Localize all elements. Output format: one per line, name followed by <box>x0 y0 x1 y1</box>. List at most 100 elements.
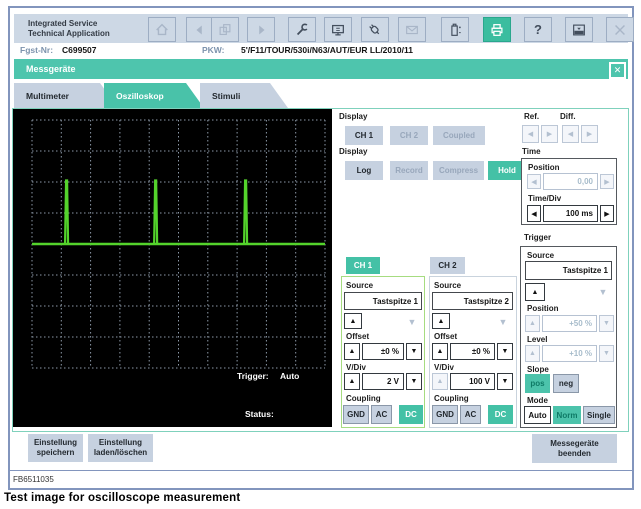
ch1-source-value: Tastspitze 1 <box>344 292 422 310</box>
diff-prev-button[interactable]: ◀ <box>562 125 579 143</box>
trigger-slope-neg-button[interactable]: neg <box>553 374 579 393</box>
help-button[interactable]: ? <box>524 17 552 42</box>
ch1-coupling-ac-button[interactable]: AC <box>371 405 392 424</box>
down-arrow-icon: ▼ <box>603 350 610 357</box>
trigger-level-down-button[interactable]: ▼ <box>599 345 614 362</box>
figure-id: FB6511035 <box>13 475 54 484</box>
scope-trigger-value: Auto <box>280 371 300 381</box>
up-arrow-icon: ▲ <box>529 350 536 357</box>
left-arrow-icon: ◀ <box>531 210 537 218</box>
ch1-source-up-button[interactable]: ▲ <box>344 313 362 329</box>
trigger-mode-single-button[interactable]: Single <box>583 406 615 424</box>
ch2-coupling-gnd-button[interactable]: GND <box>432 405 458 424</box>
mail-button[interactable] <box>398 17 426 42</box>
trigger-source-down-button[interactable]: ▼ <box>595 285 611 298</box>
measurement-button[interactable] <box>441 17 469 42</box>
right-arrow-icon: ▶ <box>604 178 610 186</box>
ch1-coupling-dc-button[interactable]: DC <box>399 405 423 424</box>
display-ch1-button[interactable]: CH 1 <box>345 126 383 145</box>
tab-multimeter[interactable]: Multimeter <box>14 83 118 108</box>
ch2-tab[interactable]: CH 2 <box>430 257 465 274</box>
down-arrow-icon: ▼ <box>410 378 418 385</box>
load-delete-settings-button[interactable]: Einstellung laden/löschen <box>88 434 153 462</box>
display-mode-label: Display <box>339 147 368 156</box>
trigger-source-label: Source <box>527 251 555 260</box>
connection-button[interactable] <box>361 17 389 42</box>
left-arrow-icon: ◀ <box>531 178 537 186</box>
ch1-tab[interactable]: CH 1 <box>346 257 380 274</box>
ch2-vdiv-value: 100 V <box>450 373 495 390</box>
tab-label: Multimeter <box>26 90 69 101</box>
forward-button[interactable] <box>247 17 275 42</box>
display-ch2-button[interactable]: CH 2 <box>390 126 428 145</box>
ch1-offset-up-button[interactable]: ▲ <box>344 343 360 360</box>
ch1-vdiv-down-button[interactable]: ▼ <box>406 373 422 390</box>
trigger-position-up-button[interactable]: ▲ <box>525 315 540 332</box>
trigger-level-label: Level <box>527 335 548 344</box>
ch1-vdiv-label: V/Div <box>346 363 367 372</box>
ch2-source-up-button[interactable]: ▲ <box>432 313 450 329</box>
ch2-vdiv-label: V/Div <box>434 363 455 372</box>
trigger-position-label: Position <box>527 304 559 313</box>
diff-next-button[interactable]: ▶ <box>581 125 598 143</box>
ch2-offset-up-button[interactable]: ▲ <box>432 343 448 360</box>
trigger-mode-norm-button[interactable]: Norm <box>553 406 581 424</box>
dialog-title: Messgeräte <box>26 64 76 74</box>
ch2-offset-down-button[interactable]: ▼ <box>497 343 513 360</box>
timediv-increase-button[interactable]: ▶ <box>600 205 614 222</box>
trigger-label: Trigger <box>524 233 552 242</box>
window-button[interactable] <box>565 17 593 42</box>
ref-prev-button[interactable]: ◀ <box>522 125 539 143</box>
ch1-offset-value: ±0 % <box>362 343 404 360</box>
right-arrow-icon: ▶ <box>546 131 553 138</box>
copy-button[interactable] <box>211 17 239 42</box>
time-position-value: 0,00 <box>543 173 598 190</box>
save-settings-button[interactable]: Einstellung speichern <box>28 434 83 462</box>
tab-label: Stimuli <box>212 90 241 101</box>
copy-icon <box>217 22 233 38</box>
ch1-source-down-button[interactable]: ▼ <box>404 315 420 328</box>
ch2-coupling-ac-button[interactable]: AC <box>460 405 481 424</box>
ch2-coupling-dc-button[interactable]: DC <box>488 405 513 424</box>
compress-button[interactable]: Compress <box>433 161 484 180</box>
trigger-position-down-button[interactable]: ▼ <box>599 315 614 332</box>
ch1-offset-down-button[interactable]: ▼ <box>406 343 422 360</box>
trigger-slope-pos-button[interactable]: pos <box>525 374 550 393</box>
display-coupled-button[interactable]: Coupled <box>433 126 485 145</box>
ch2-source-down-button[interactable]: ▼ <box>495 315 511 328</box>
up-arrow-icon: ▲ <box>529 320 536 327</box>
trigger-level-value: +10 % <box>542 345 597 362</box>
ch2-vdiv-up-button[interactable]: ▲ <box>432 373 448 390</box>
log-button[interactable]: Log <box>345 161 383 180</box>
trigger-mode-auto-button[interactable]: Auto <box>524 406 551 424</box>
back-button[interactable] <box>186 17 214 42</box>
home-button[interactable] <box>148 17 176 42</box>
workshop-button[interactable] <box>324 17 352 42</box>
dialog-close-button[interactable]: ✕ <box>609 62 626 79</box>
ch2-vdiv-down-button[interactable]: ▼ <box>497 373 513 390</box>
ch1-vdiv-up-button[interactable]: ▲ <box>344 373 360 390</box>
pkw-value: 5'/F11/TOUR/530i/N63/AUT/EUR LL/2010/11 <box>241 45 413 55</box>
trigger-source-up-button[interactable]: ▲ <box>525 283 545 301</box>
time-position-decrease-button[interactable]: ◀ <box>527 174 541 189</box>
ch1-source-label: Source <box>346 281 374 290</box>
app-close-button[interactable] <box>606 17 634 42</box>
print-button[interactable] <box>483 17 511 42</box>
down-arrow-icon: ▼ <box>603 320 610 327</box>
time-position-increase-button[interactable]: ▶ <box>600 174 614 189</box>
wrench-icon <box>294 22 310 38</box>
dialog-title-bar <box>14 59 628 79</box>
ref-next-button[interactable]: ▶ <box>541 125 558 143</box>
end-measuring-devices-button[interactable]: Messegeräte beenden <box>532 434 617 463</box>
home-icon <box>154 22 170 38</box>
time-label: Time <box>522 147 541 156</box>
vehicle-management-button[interactable] <box>288 17 316 42</box>
down-arrow-icon: ▼ <box>498 316 508 327</box>
save-settings-label: Einstellung speichern <box>33 438 78 457</box>
ch1-coupling-gnd-button[interactable]: GND <box>343 405 369 424</box>
timediv-decrease-button[interactable]: ◀ <box>527 205 541 222</box>
connector-icon <box>367 22 383 38</box>
trigger-level-up-button[interactable]: ▲ <box>525 345 540 362</box>
record-button[interactable]: Record <box>390 161 428 180</box>
trigger-source-value: Tastspitze 1 <box>525 261 612 280</box>
